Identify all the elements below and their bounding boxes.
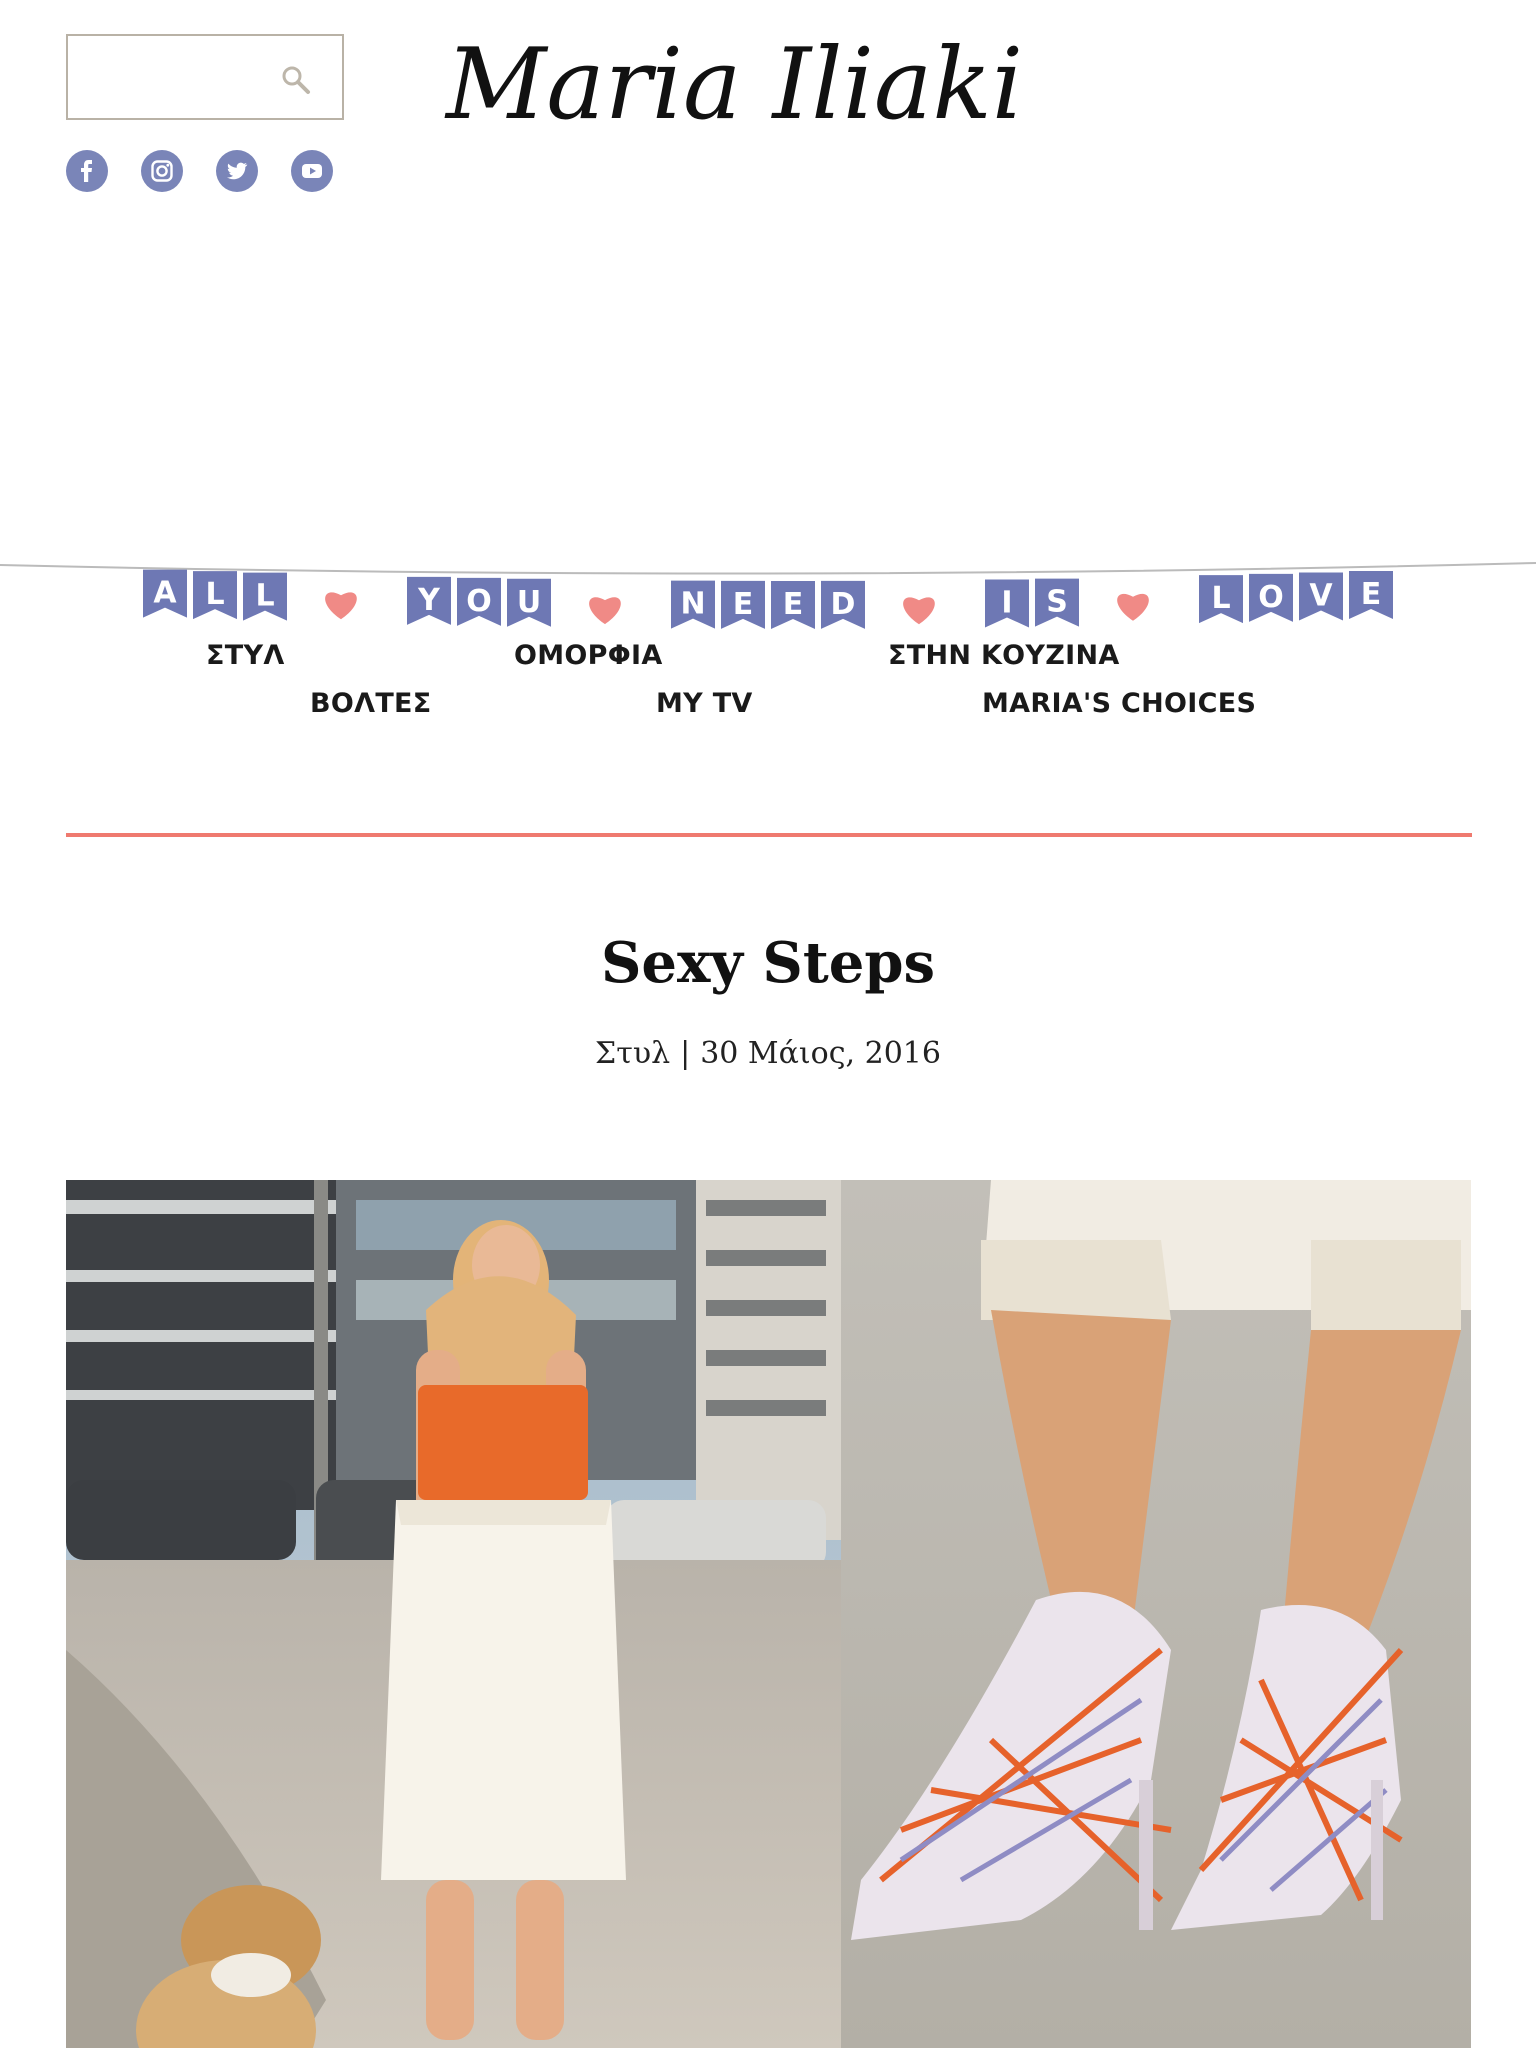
post-meta: Στυλ | 30 Μάιος, 2016	[0, 1036, 1536, 1071]
banner-letter: O	[466, 584, 492, 619]
banner-flag: E	[1349, 570, 1393, 619]
facebook-icon[interactable]	[66, 150, 108, 192]
nav-item-styl[interactable]: ΣΤΥΛ	[206, 640, 285, 671]
search-box[interactable]	[66, 34, 344, 120]
banner-letter: A	[153, 576, 177, 611]
banner-flag: D	[821, 580, 865, 629]
banner-flag: N	[671, 580, 715, 629]
banner-flag: A	[143, 569, 187, 618]
logo-text: Maria Iliaki	[444, 28, 1023, 142]
banner-letter: E	[1361, 577, 1382, 612]
banner-letter: I	[1001, 585, 1012, 620]
banner-letter: L	[205, 577, 224, 612]
nav-item-omorfia[interactable]: ΟΜΟΡΦΙΑ	[514, 640, 663, 671]
nav-item-my-tv[interactable]: MY TV	[656, 688, 753, 719]
site-logo[interactable]: Maria Iliaki	[440, 0, 1120, 160]
banner-flag: O	[457, 577, 501, 626]
nav-item-kouzina[interactable]: ΣΤΗΝ ΚΟΥΖΙΝΑ	[888, 640, 1120, 671]
banner-letter: S	[1046, 585, 1068, 620]
banner-letter: L	[1211, 581, 1230, 616]
banner-letter: D	[831, 587, 856, 622]
banner-flag: V	[1299, 572, 1343, 621]
search-input[interactable]	[76, 44, 276, 110]
divider	[66, 833, 1472, 837]
banner-flag: E	[721, 580, 765, 629]
banner-letter: Y	[417, 583, 441, 618]
banner-letter: O	[1258, 580, 1284, 615]
heart-icon	[325, 592, 357, 620]
banner-letter: N	[680, 587, 705, 622]
banner-flag: L	[1199, 575, 1243, 624]
heart-icon	[903, 597, 935, 625]
banner-flag: Y	[407, 576, 451, 625]
social-links	[66, 150, 366, 192]
nav-item-voltes[interactable]: ΒΟΛΤΕΣ	[310, 688, 432, 719]
banner-letter: V	[1309, 578, 1333, 613]
heart-icon	[1117, 593, 1149, 621]
banner-letter: E	[733, 587, 754, 622]
banner-flag: E	[771, 580, 815, 629]
meta-separator: |	[680, 1036, 691, 1071]
twitter-icon[interactable]	[216, 150, 258, 192]
post-title[interactable]: Sexy Steps	[0, 930, 1536, 996]
post-photo-sandals	[841, 1180, 1471, 2048]
post-category[interactable]: Στυλ	[595, 1036, 670, 1071]
heart-icon	[589, 597, 621, 625]
banner-letter: U	[517, 585, 541, 620]
instagram-icon[interactable]	[141, 150, 183, 192]
banner-flag: S	[1035, 578, 1079, 627]
banner-flag: L	[193, 571, 237, 620]
post-date: 30 Μάιος, 2016	[700, 1036, 941, 1071]
banner-flag: I	[985, 579, 1029, 628]
banner-flag: L	[243, 572, 287, 621]
banner-garland: ALLYOUNEEDISLOVE	[0, 545, 1536, 645]
banner-flag: U	[507, 578, 551, 627]
search-icon[interactable]	[278, 62, 314, 98]
banner-flag: O	[1249, 573, 1293, 622]
banner-letter: E	[783, 587, 804, 622]
post-photo-outfit	[66, 1180, 841, 2048]
nav-item-marias-choices[interactable]: MARIA'S CHOICES	[982, 688, 1256, 719]
youtube-icon[interactable]	[291, 150, 333, 192]
banner-letter: L	[255, 579, 274, 614]
